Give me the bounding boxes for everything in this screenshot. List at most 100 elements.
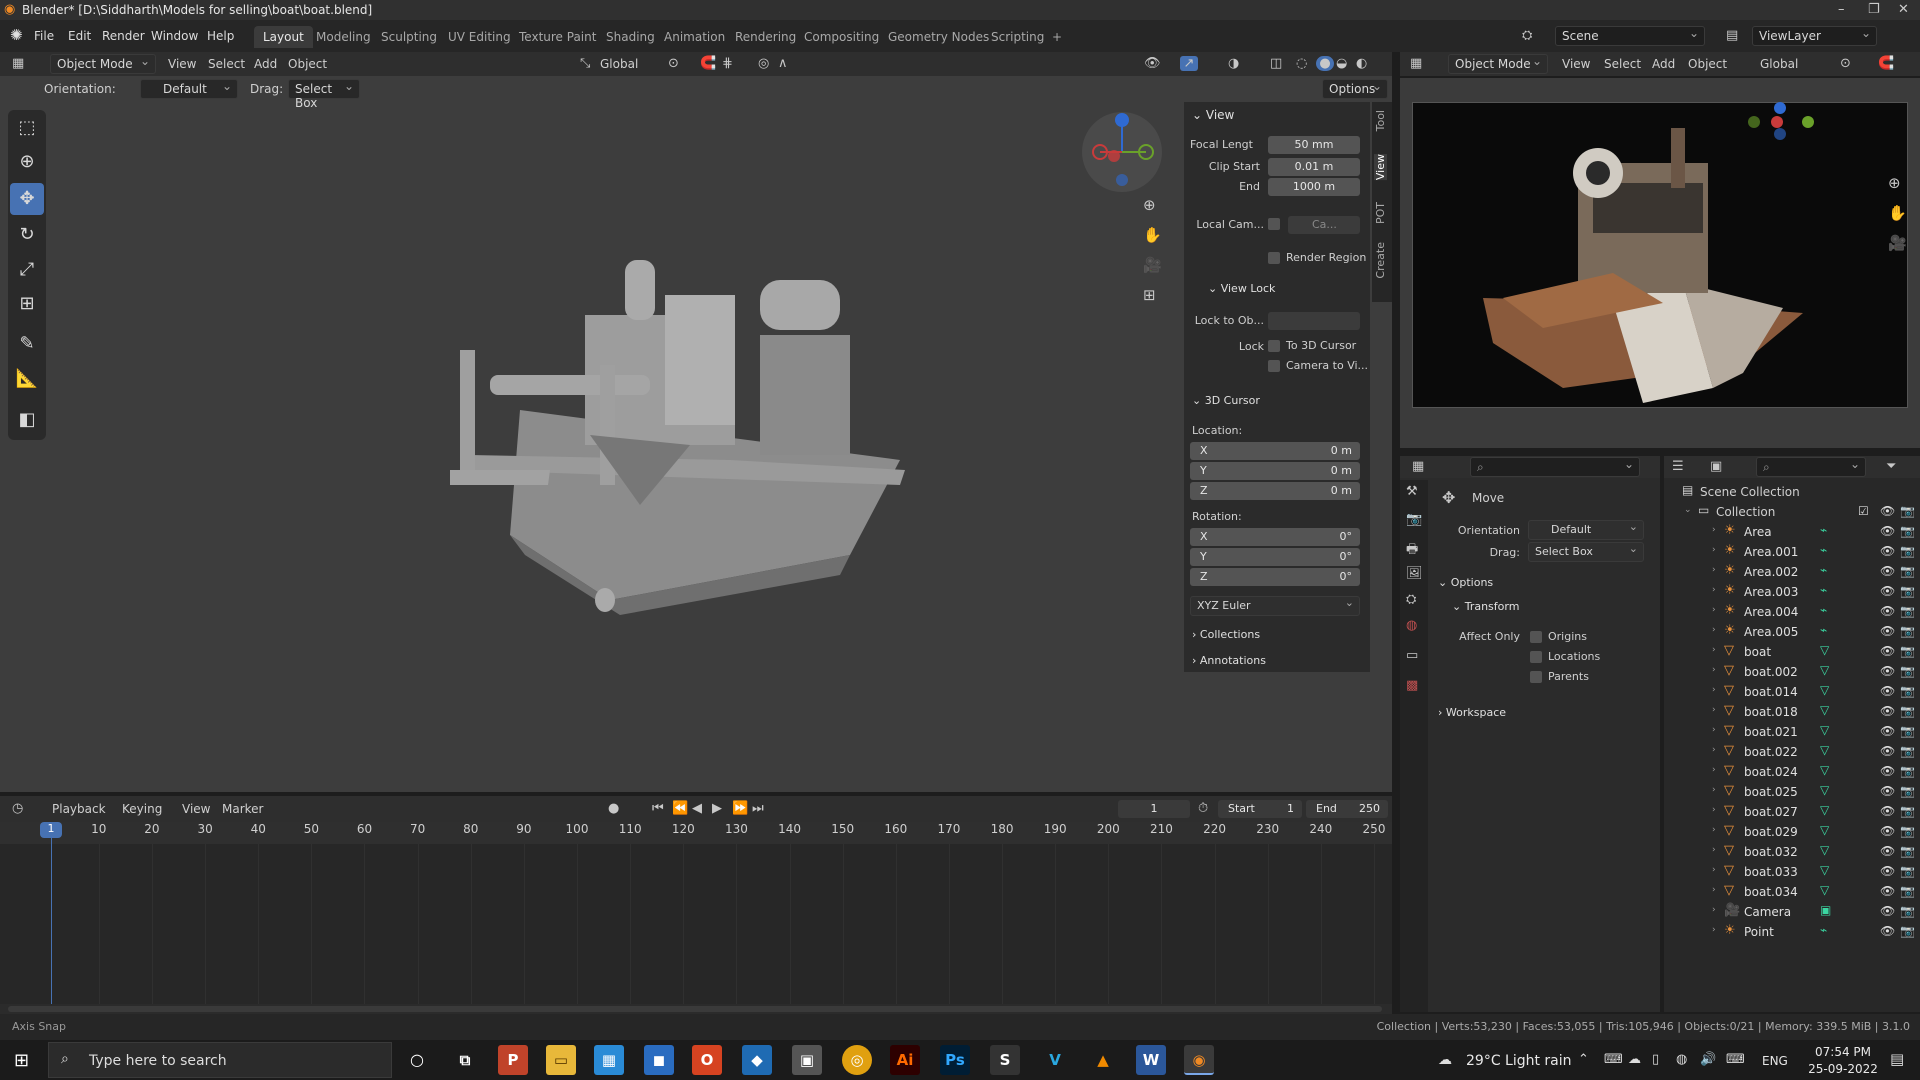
zoom-icon[interactable]: ⊕ <box>1143 196 1156 214</box>
pan-hand-icon[interactable]: ✋ <box>1143 226 1162 244</box>
eye-icon[interactable]: 👁 <box>1880 564 1895 578</box>
language-indicator[interactable]: ENG <box>1762 1054 1788 1068</box>
properties-search[interactable]: ⌕ <box>1470 457 1640 477</box>
props-transform-section[interactable]: ⌄ Transform <box>1452 600 1519 613</box>
mesh-data-icon[interactable]: ▽ <box>1820 743 1829 757</box>
expand-icon[interactable]: › <box>1712 645 1716 655</box>
clock-date[interactable]: 25-09-2022 <box>1808 1062 1878 1076</box>
eye-icon[interactable]: 👁 <box>1880 824 1895 838</box>
tab-animation[interactable]: Animation <box>655 26 734 48</box>
timeline-menu-playback[interactable]: Playback <box>52 802 106 816</box>
tab-rendering[interactable]: Rendering <box>726 26 805 48</box>
eye-icon[interactable]: 👁 <box>1880 804 1895 818</box>
render-camera-icon[interactable]: 📷 <box>1900 884 1915 898</box>
clip-end-field[interactable]: 1000 m <box>1268 178 1360 196</box>
tab-compositing[interactable]: Compositing <box>795 26 888 48</box>
outliner-item-area-003[interactable]: › ☀ Area.003 ⌁ 👁 📷 <box>1672 582 1920 602</box>
outliner-editor-icon[interactable]: ☰ <box>1672 459 1684 474</box>
mesh-data-icon[interactable]: ▽ <box>1820 783 1829 797</box>
tool-tab-icon[interactable]: ⚒ <box>1406 484 1418 499</box>
network-icon[interactable]: ◍ <box>1676 1052 1687 1067</box>
render-camera-icon[interactable]: 📷 <box>1900 764 1915 778</box>
render-camera-icon[interactable]: 📷 <box>1900 924 1915 938</box>
xray-icon[interactable]: ◫ <box>1270 56 1282 71</box>
outliner-item-camera[interactable]: › 🎥 Camera ▣ 👁 📷 <box>1672 902 1920 922</box>
render-camera-icon[interactable]: 📷 <box>1900 864 1915 878</box>
mesh-data-icon[interactable]: ▽ <box>1820 643 1829 657</box>
file-explorer-icon[interactable]: ▭ <box>546 1045 576 1075</box>
render-viewport[interactable]: ⊕ ✋ 🎥 <box>1400 78 1920 448</box>
shading-rendered-icon[interactable]: ◐ <box>1356 56 1367 71</box>
render-camera-icon[interactable]: 🎥 <box>1888 234 1907 252</box>
tab-layout[interactable]: Layout <box>254 26 313 48</box>
outliner-item-boat-034[interactable]: › ▽ boat.034 ▽ 👁 📷 <box>1672 882 1920 902</box>
render-menu-select[interactable]: Select <box>1604 57 1641 71</box>
orientation-dropdown[interactable]: Default <box>140 79 238 99</box>
outliner-item-boat-018[interactable]: › ▽ boat.018 ▽ 👁 📷 <box>1672 702 1920 722</box>
eye-icon[interactable]: 👁 <box>1880 764 1895 778</box>
render-camera-icon[interactable]: 📷 <box>1900 684 1915 698</box>
expand-icon[interactable]: › <box>1712 885 1716 895</box>
render-camera-icon[interactable]: 📷 <box>1900 604 1915 618</box>
properties-editor-icon[interactable]: ▦ <box>1412 459 1424 474</box>
mesh-data-icon[interactable]: ▽ <box>1820 863 1829 877</box>
mesh-data-icon[interactable]: ▽ <box>1820 883 1829 897</box>
expand-icon[interactable]: › <box>1712 925 1716 935</box>
eye-icon[interactable]: 👁 <box>1880 524 1895 538</box>
eye-icon[interactable]: 👁 <box>1880 924 1895 938</box>
expand-icon[interactable]: › <box>1712 705 1716 715</box>
eye-icon[interactable]: 👁 <box>1880 544 1895 558</box>
menu-render[interactable]: Render <box>102 29 145 43</box>
props-orientation-dropdown[interactable]: Default <box>1528 520 1644 540</box>
camera-view-icon[interactable]: 🎥 <box>1143 256 1162 274</box>
menu-file[interactable]: File <box>34 29 54 43</box>
texture-tab-icon[interactable]: ▩ <box>1406 678 1418 693</box>
tab-create[interactable]: Create <box>1374 242 1387 279</box>
object-mode-dropdown[interactable]: Object Mode <box>50 54 156 74</box>
timeline-menu-keying[interactable]: Keying <box>122 802 162 816</box>
outliner-item-area-002[interactable]: › ☀ Area.002 ⌁ 👁 📷 <box>1672 562 1920 582</box>
expand-icon[interactable]: › <box>1712 805 1716 815</box>
render-camera-icon[interactable]: 📷 <box>1900 724 1915 738</box>
clip-start-field[interactable]: 0.01 m <box>1268 158 1360 176</box>
navigation-gizmo[interactable] <box>1080 110 1164 194</box>
render-pan-icon[interactable]: ✋ <box>1888 204 1907 222</box>
lock-3d-cursor-checkbox[interactable] <box>1268 340 1280 352</box>
viewport-menu-add[interactable]: Add <box>254 57 277 71</box>
mesh-data-icon[interactable]: ▽ <box>1820 663 1829 677</box>
word-icon[interactable]: W <box>1136 1045 1166 1075</box>
render-snap-icon[interactable]: 🧲 <box>1878 56 1894 71</box>
outliner-item-boat-014[interactable]: › ▽ boat.014 ▽ 👁 📷 <box>1672 682 1920 702</box>
expand-icon[interactable]: › <box>1712 865 1716 875</box>
mesh-data-icon[interactable]: ▽ <box>1820 803 1829 817</box>
editor-type-icon[interactable]: ▦ <box>12 56 24 71</box>
annotations-section[interactable]: › Annotations <box>1192 654 1266 667</box>
eye-icon[interactable]: 👁 <box>1880 664 1895 678</box>
collection-checkbox-icon[interactable]: ☑ <box>1858 504 1869 518</box>
cursor-rotation-z[interactable]: Z 0° <box>1190 568 1360 586</box>
tab-shading[interactable]: Shading <box>597 26 664 48</box>
light-data-icon[interactable]: ⌁ <box>1820 543 1827 557</box>
eye-icon[interactable]: 👁 <box>1880 724 1895 738</box>
expand-icon[interactable]: › <box>1712 605 1716 615</box>
light-data-icon[interactable]: ⌁ <box>1820 603 1827 617</box>
tray-chevron-icon[interactable]: ⌃ <box>1578 1052 1589 1067</box>
light-data-icon[interactable]: ⌁ <box>1820 523 1827 537</box>
shading-wireframe-icon[interactable]: ◌ <box>1296 56 1307 71</box>
view-lock-header[interactable]: ⌄ View Lock <box>1208 282 1275 295</box>
render-tab-icon[interactable]: 📷 <box>1406 512 1422 527</box>
render-camera-icon[interactable]: 📷 <box>1900 524 1915 538</box>
expand-icon[interactable]: › <box>1712 625 1716 635</box>
timeline-editor-icon[interactable]: ◷ <box>12 801 23 816</box>
vlc-icon[interactable]: ▲ <box>1088 1045 1118 1075</box>
timeline-menu-marker[interactable]: Marker <box>222 802 263 816</box>
eye-icon[interactable]: 👁 <box>1880 864 1895 878</box>
playhead-line[interactable] <box>51 838 52 1004</box>
light-data-icon[interactable]: ⌁ <box>1820 923 1827 937</box>
collections-section[interactable]: › Collections <box>1192 628 1260 641</box>
display-mode-icon[interactable]: ▣ <box>1710 459 1722 474</box>
props-drag-dropdown[interactable]: Select Box <box>1528 542 1644 562</box>
render-camera-icon[interactable]: 📷 <box>1900 564 1915 578</box>
expand-icon[interactable]: › <box>1712 825 1716 835</box>
drag-dropdown[interactable]: Select Box <box>288 79 360 110</box>
